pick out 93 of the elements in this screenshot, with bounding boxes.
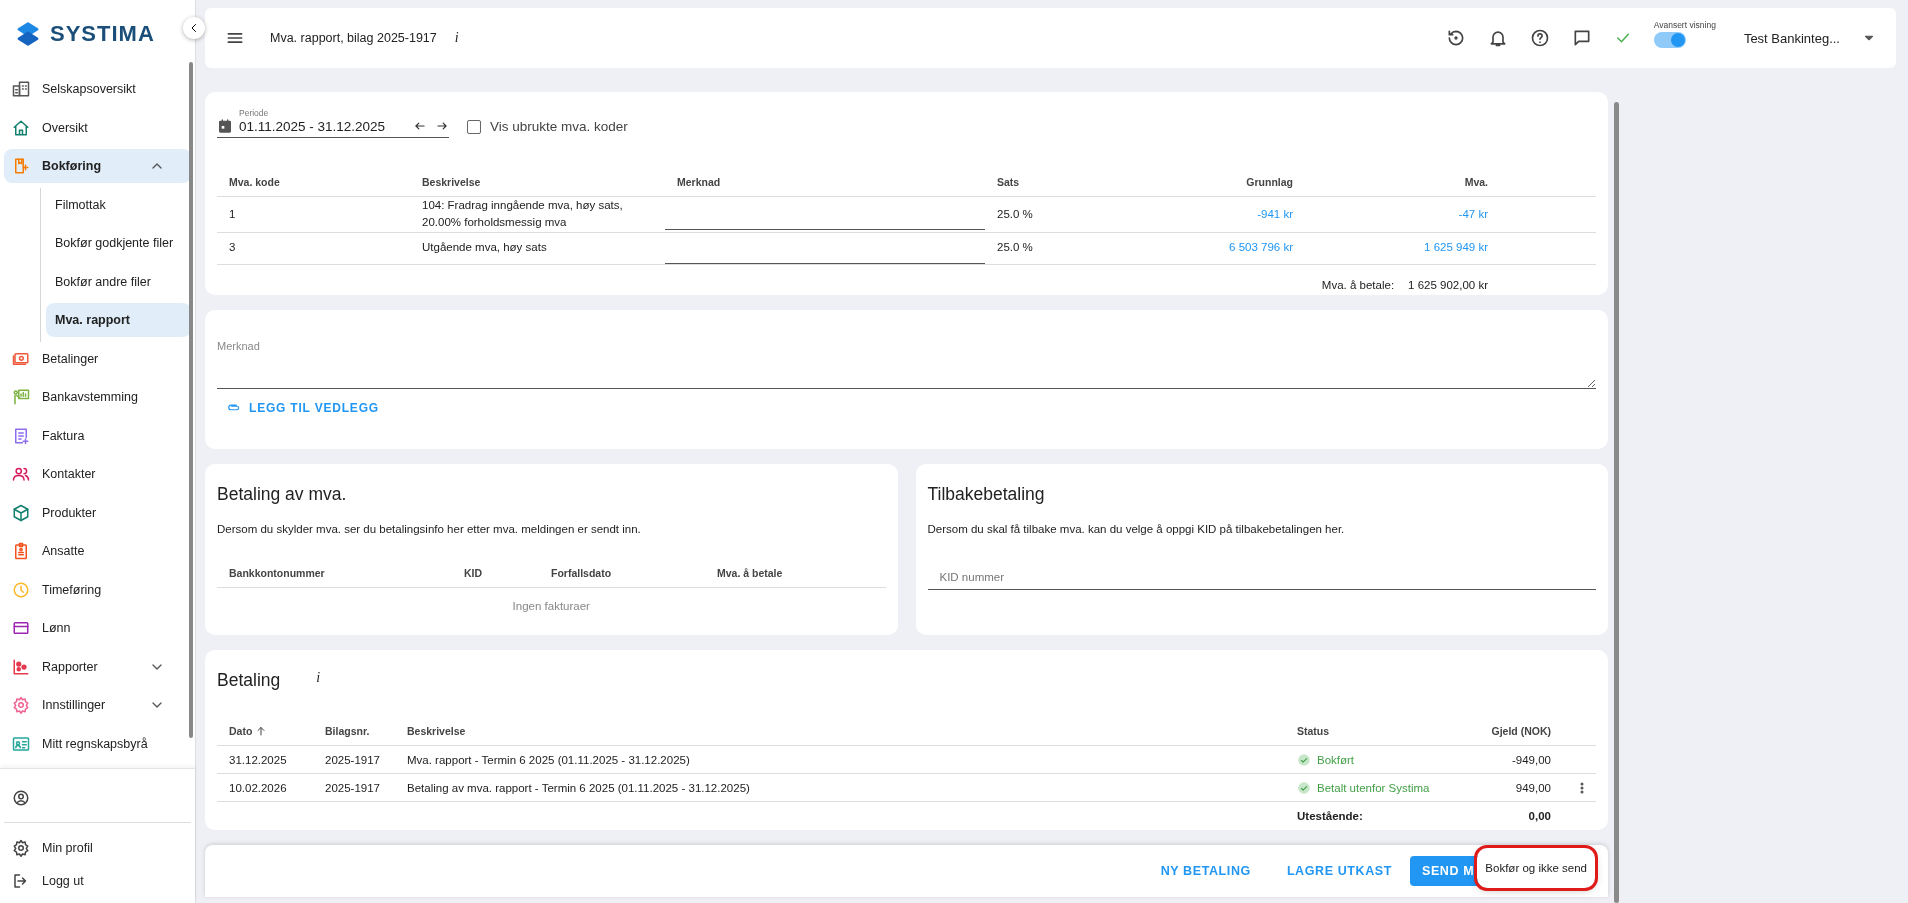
- cube-icon: [12, 503, 30, 522]
- total-label: Mva. å betale:: [1321, 278, 1395, 291]
- column-header[interactable]: Dato: [217, 717, 313, 745]
- status-text: Bokført: [1317, 753, 1355, 766]
- nav-item[interactable]: Lønn: [4, 611, 191, 645]
- nav-item[interactable]: Bokfør andre filer: [46, 264, 191, 299]
- column-header: Mva. kode: [217, 168, 410, 197]
- nav-item[interactable]: Mitt regnskapsbyrå: [4, 726, 191, 761]
- gear-icon: [12, 838, 30, 857]
- column-header: Beskrivelse: [410, 168, 665, 197]
- table-cell: Utgående mva, høy sats: [410, 232, 665, 265]
- info-icon[interactable]: i: [454, 30, 459, 46]
- check-circle-icon: [1297, 780, 1311, 795]
- nav-item[interactable]: Mva. rapport: [46, 303, 191, 337]
- id-badge-icon: [12, 542, 30, 560]
- page-title: Mva. rapport, bilag 2025-1917: [270, 31, 437, 45]
- table-cell-text: 949,00: [1514, 780, 1552, 796]
- nav-item[interactable]: Timeføring: [4, 572, 191, 607]
- user-menu[interactable]: Test Bankinteg...: [1743, 30, 1840, 46]
- column-header: Beskrivelse: [406, 724, 467, 739]
- column-header: KID: [452, 559, 539, 588]
- nav-item[interactable]: Rapporter: [4, 649, 191, 684]
- empty-message: Ingen fakturaer: [511, 599, 591, 614]
- column-header: Bankkontonummer: [217, 559, 452, 588]
- column-header: Merknad: [665, 168, 985, 197]
- nav-item[interactable]: Produkter: [4, 495, 191, 530]
- date-range-field[interactable]: Periode 01.11.2025 - 31.12.2025: [217, 108, 449, 138]
- menu-item[interactable]: Bokfør og ikke send: [1477, 848, 1595, 888]
- nav-item[interactable]: Kontakter: [4, 457, 191, 491]
- column-header: Sats: [985, 168, 1185, 197]
- card-icon: [12, 619, 30, 637]
- section-title: Betaling: [217, 670, 281, 691]
- toggle-switch[interactable]: [1653, 32, 1686, 48]
- easel-icon: [12, 388, 30, 406]
- table-cell: 1: [217, 197, 410, 233]
- nav-item[interactable]: Bankavstemming: [4, 380, 191, 414]
- nav-item[interactable]: Ansatte: [4, 534, 191, 568]
- nav-item[interactable]: Bokfør godkjente filer: [46, 226, 191, 260]
- sort-arrow-icon: [255, 725, 268, 737]
- clock-icon: [12, 580, 30, 599]
- chart-icon: [12, 657, 30, 676]
- column-header: Grunnlag: [1185, 168, 1305, 197]
- table-cell: 25.0 %: [985, 232, 1185, 265]
- nav-item[interactable]: Betalinger: [4, 341, 191, 376]
- date-range-value: 01.11.2025 - 31.12.2025: [239, 118, 386, 134]
- status-text: Betalt utenfor Systima: [1317, 781, 1430, 794]
- total-label: Utestående:: [1296, 808, 1364, 824]
- table-cell-text: 10.02.2026: [228, 780, 288, 796]
- description-text: Dersom du skylder mva. ser du betalingsinfo her etter mva. meldingen er sendt inn.: [217, 523, 642, 535]
- nav-item[interactable]: Oversikt: [4, 110, 191, 145]
- logo-text: SYSTIMA: [50, 21, 155, 47]
- table-cell-text: -949,00: [1511, 752, 1552, 768]
- nav-item[interactable]: Min profil: [4, 831, 191, 864]
- nav-item[interactable]: Faktura: [4, 418, 191, 453]
- gear-icon: [12, 696, 30, 714]
- nav-item[interactable]: Innstillinger: [4, 688, 191, 722]
- column-header: Mva. å betale: [705, 559, 886, 588]
- nav-item[interactable]: Logg ut: [4, 864, 191, 897]
- toggle-label: Avansert visning: [1653, 20, 1716, 30]
- people-icon: [12, 465, 30, 483]
- building-icon: [12, 80, 30, 98]
- user-circle-icon: [12, 788, 30, 807]
- nav-item[interactable]: Bokføring: [4, 149, 191, 183]
- column-header: Forfallsdato: [539, 559, 705, 588]
- document-plus-icon: [12, 157, 30, 175]
- total-value: 1 625 902,00 kr: [1408, 278, 1488, 291]
- document-icon: [12, 426, 30, 445]
- help-icon[interactable]: [1529, 28, 1550, 48]
- checkbox[interactable]: Vis ubrukte mva. koder: [467, 119, 628, 138]
- table-cell-text: 2025-1917: [324, 780, 381, 796]
- table-cell-text: Betaling av mva. rapport - Termin 6 2025 (01.11.2025 - 31.12.2025): [406, 780, 751, 796]
- description-text: Dersom du skal få tilbake mva. kan du velge å oppgi KID på tilbakebetalingen her.: [927, 523, 1346, 535]
- column-header: Bilagsnr.: [324, 724, 371, 739]
- nav-item[interactable]: Filmottak: [46, 187, 191, 222]
- table-cell: 3: [217, 232, 410, 265]
- nav-item[interactable]: Selskapsoversikt: [4, 72, 191, 106]
- total-value: 0,00: [1527, 808, 1552, 824]
- table-cell: 104: Fradrag inngående mva, høy sats, 20.00% forholdsmessig mva: [410, 197, 665, 233]
- id-card-icon: [12, 734, 30, 753]
- check-circle-icon: [1297, 752, 1311, 767]
- table-cell-text: 2025-1917: [324, 752, 381, 768]
- column-header: Gjeld (NOK): [1490, 724, 1552, 739]
- field-label: Periode: [239, 108, 270, 118]
- section-title: Tilbakebetaling: [927, 484, 1046, 505]
- home-icon: [12, 118, 30, 137]
- calendar-icon: [217, 118, 233, 134]
- column-header: Status: [1296, 724, 1331, 739]
- info-icon[interactable]: i: [316, 669, 321, 686]
- column-header: Mva.: [1305, 168, 1500, 197]
- table-cell: 25.0 %: [985, 197, 1185, 233]
- table-cell-text: 31.12.2025: [228, 752, 288, 768]
- table-cell-text: Mva. rapport - Termin 6 2025 (01.11.2025 - 31.12.2025): [406, 752, 691, 768]
- section-title: Betaling av mva.: [217, 484, 348, 505]
